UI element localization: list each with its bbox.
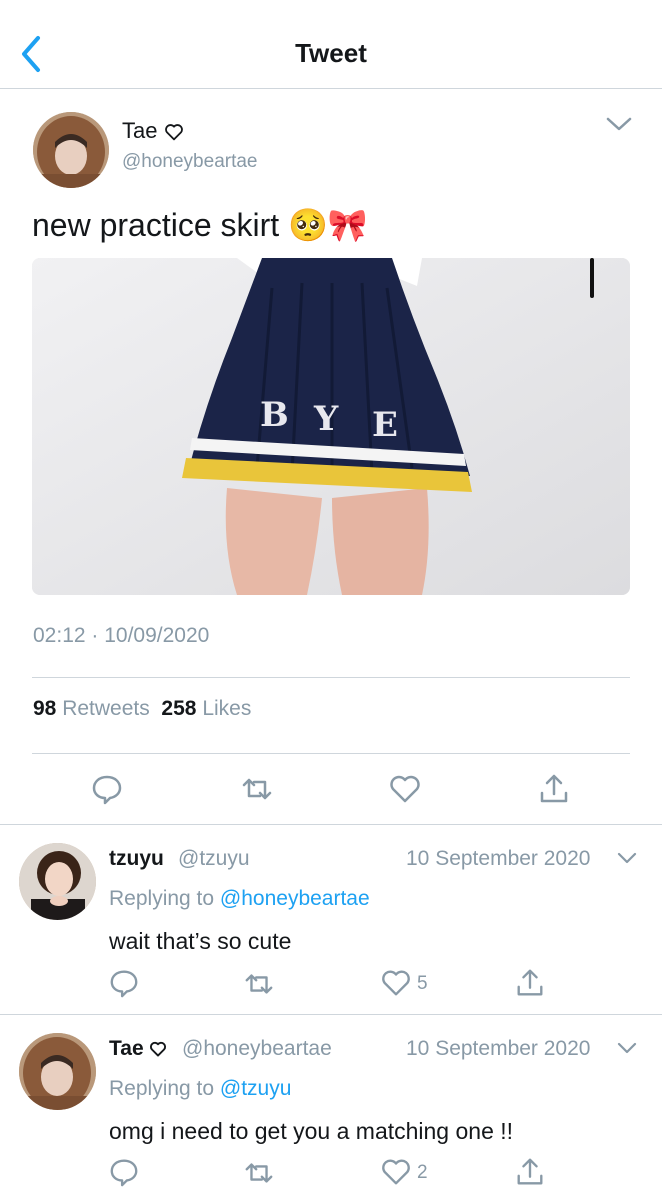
replying-to-link[interactable]: @tzuyu: [220, 1077, 292, 1100]
reply-author-handle[interactable]: @honeybeartae: [182, 1037, 332, 1061]
svg-text:E: E: [372, 405, 398, 445]
tweet-photo[interactable]: B Y E: [32, 258, 630, 595]
divider: [32, 677, 630, 678]
reply-text: omg i need to get you a matching one !!: [109, 1118, 514, 1144]
replying-to: Replying to @tzuyu: [109, 1077, 292, 1100]
retweet-icon[interactable]: [243, 1157, 275, 1189]
tweet-timestamp: 02:12 · 10/09/2020: [33, 624, 210, 647]
like-icon[interactable]: [388, 772, 422, 806]
share-icon[interactable]: [537, 772, 571, 806]
reply-date: 10 September 2020: [406, 847, 591, 870]
chevron-down-icon[interactable]: [617, 1042, 637, 1054]
like-icon[interactable]: [380, 967, 412, 999]
svg-text:Y: Y: [313, 399, 339, 439]
heart-outline-icon: [150, 1042, 167, 1057]
reply-avatar[interactable]: [19, 843, 96, 920]
reply-avatar[interactable]: [19, 1033, 96, 1110]
divider: [32, 753, 630, 754]
svg-text:B: B: [260, 395, 289, 435]
share-icon[interactable]: [514, 967, 546, 999]
tweet-stats: 98 Retweets 258 Likes: [33, 697, 251, 721]
reply-author-name[interactable]: Tae: [109, 1037, 167, 1061]
like-icon[interactable]: [380, 1156, 412, 1188]
replying-to: Replying to @honeybeartae: [109, 887, 370, 910]
reply-date: 10 September 2020: [406, 1037, 591, 1060]
retweet-icon[interactable]: [240, 772, 274, 806]
reply-icon[interactable]: [108, 967, 140, 999]
retweets-stat[interactable]: 98 Retweets: [33, 697, 150, 720]
chevron-down-icon[interactable]: [617, 852, 637, 864]
reply-author-handle[interactable]: @tzuyu: [178, 847, 250, 871]
like-count: 2: [417, 1162, 428, 1183]
tweet-emoji: 🥺🎀: [288, 207, 368, 243]
reply-author-name[interactable]: tzuyu: [109, 847, 164, 871]
author-name[interactable]: Tae: [122, 118, 184, 144]
author-handle[interactable]: @honeybeartae: [122, 151, 258, 173]
reply-text: wait that’s so cute: [109, 928, 292, 954]
navigation-bar: Tweet: [0, 0, 662, 89]
page-title: Tweet: [295, 38, 367, 68]
section-divider: [0, 824, 662, 825]
reply-icon[interactable]: [90, 772, 124, 806]
chevron-down-icon[interactable]: [605, 116, 633, 132]
section-divider: [0, 1014, 662, 1015]
replying-to-link[interactable]: @honeybeartae: [220, 887, 370, 910]
likes-stat[interactable]: 258 Likes: [161, 697, 251, 720]
retweet-icon[interactable]: [243, 968, 275, 1000]
author-avatar[interactable]: [33, 112, 109, 188]
tweet-text: new practice skirt 🥺🎀: [32, 207, 368, 243]
reply-icon[interactable]: [108, 1156, 140, 1188]
heart-outline-icon: [164, 124, 183, 141]
like-count: 5: [417, 973, 428, 994]
share-icon[interactable]: [514, 1156, 546, 1188]
